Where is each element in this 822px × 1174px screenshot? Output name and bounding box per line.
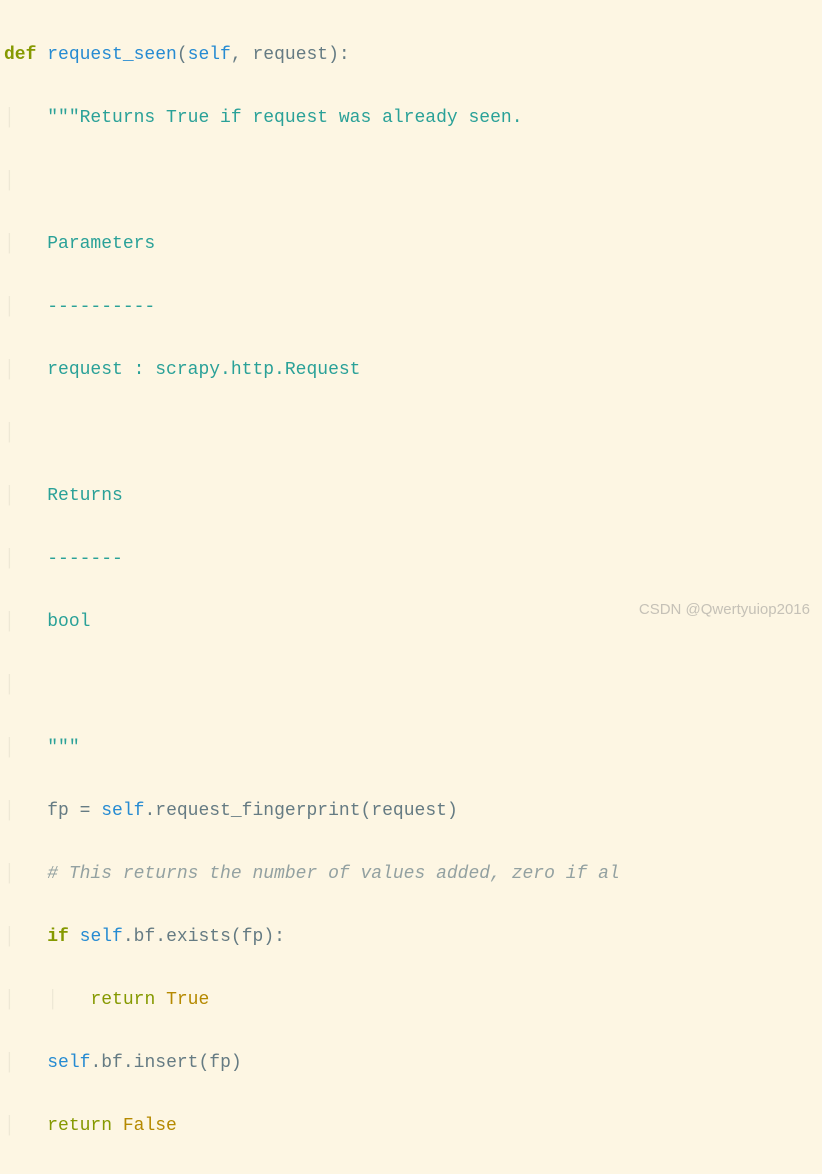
paren-open: (: [198, 1053, 209, 1073]
code-editor: def request_seen(self, request): │ """Re…: [4, 8, 818, 1174]
docstring-text: bool: [47, 612, 90, 632]
code-line: │ """: [4, 733, 818, 765]
method: insert: [134, 1053, 199, 1073]
code-line: │ # This returns the number of values ad…: [4, 859, 818, 891]
comma: ,: [231, 45, 253, 65]
arg: fp: [209, 1053, 231, 1073]
dot: .: [123, 927, 134, 947]
keyword-return: return: [90, 990, 155, 1010]
const-true: True: [166, 990, 209, 1010]
code-line: │: [4, 166, 818, 198]
code-line: │ -------: [4, 544, 818, 576]
code-line: │ return False: [4, 1111, 818, 1143]
var-fp: fp: [47, 801, 69, 821]
function-name: request_seen: [47, 45, 177, 65]
docstring-text: Parameters: [47, 234, 155, 254]
keyword-def: def: [4, 45, 36, 65]
const-false: False: [123, 1116, 177, 1136]
code-line: │ fp = self.request_fingerprint(request): [4, 796, 818, 828]
code-line: │ request : scrapy.http.Request: [4, 355, 818, 387]
self: self: [47, 1053, 90, 1073]
docstring-text: request : scrapy.http.Request: [47, 360, 360, 380]
code-line: │ │ return True: [4, 985, 818, 1017]
dot: .: [90, 1053, 101, 1073]
param-request: request: [252, 45, 328, 65]
docstring-text: Returns: [47, 486, 123, 506]
attr-bf: bf: [134, 927, 156, 947]
docstring-close: """: [47, 738, 79, 758]
docstring-open: """: [47, 108, 79, 128]
paren-close: ): [263, 927, 274, 947]
method: exists: [166, 927, 231, 947]
comment: # This returns the number of values adde…: [47, 864, 620, 884]
paren-close: ): [328, 45, 339, 65]
dot: .: [123, 1053, 134, 1073]
paren-close: ): [231, 1053, 242, 1073]
code-line: │ self.bf.insert(fp): [4, 1048, 818, 1080]
attr-bf: bf: [101, 1053, 123, 1073]
code-line: │ ----------: [4, 292, 818, 324]
method: request_fingerprint: [155, 801, 360, 821]
docstring-text: -------: [47, 549, 123, 569]
self: self: [101, 801, 144, 821]
docstring-text: Returns True if request was already seen…: [80, 108, 523, 128]
dot: .: [155, 927, 166, 947]
arg: fp: [242, 927, 264, 947]
code-line: │: [4, 670, 818, 702]
op-eq: =: [69, 801, 101, 821]
paren-open: (: [231, 927, 242, 947]
code-line: │ """Returns True if request was already…: [4, 103, 818, 135]
keyword-if: if: [47, 927, 69, 947]
watermark: CSDN @Qwertyuiop2016: [639, 597, 810, 623]
colon: :: [274, 927, 285, 947]
arg: request: [371, 801, 447, 821]
code-line: │ Parameters: [4, 229, 818, 261]
paren-open: (: [361, 801, 372, 821]
code-line: │ Returns: [4, 481, 818, 513]
code-line: │ if self.bf.exists(fp):: [4, 922, 818, 954]
code-line: │: [4, 418, 818, 450]
dot: .: [144, 801, 155, 821]
paren-close: ): [447, 801, 458, 821]
paren-open: (: [177, 45, 188, 65]
keyword-return: return: [47, 1116, 112, 1136]
param-self: self: [188, 45, 231, 65]
self: self: [80, 927, 123, 947]
docstring-text: ----------: [47, 297, 155, 317]
colon: :: [339, 45, 350, 65]
code-line: def request_seen(self, request):: [4, 40, 818, 72]
